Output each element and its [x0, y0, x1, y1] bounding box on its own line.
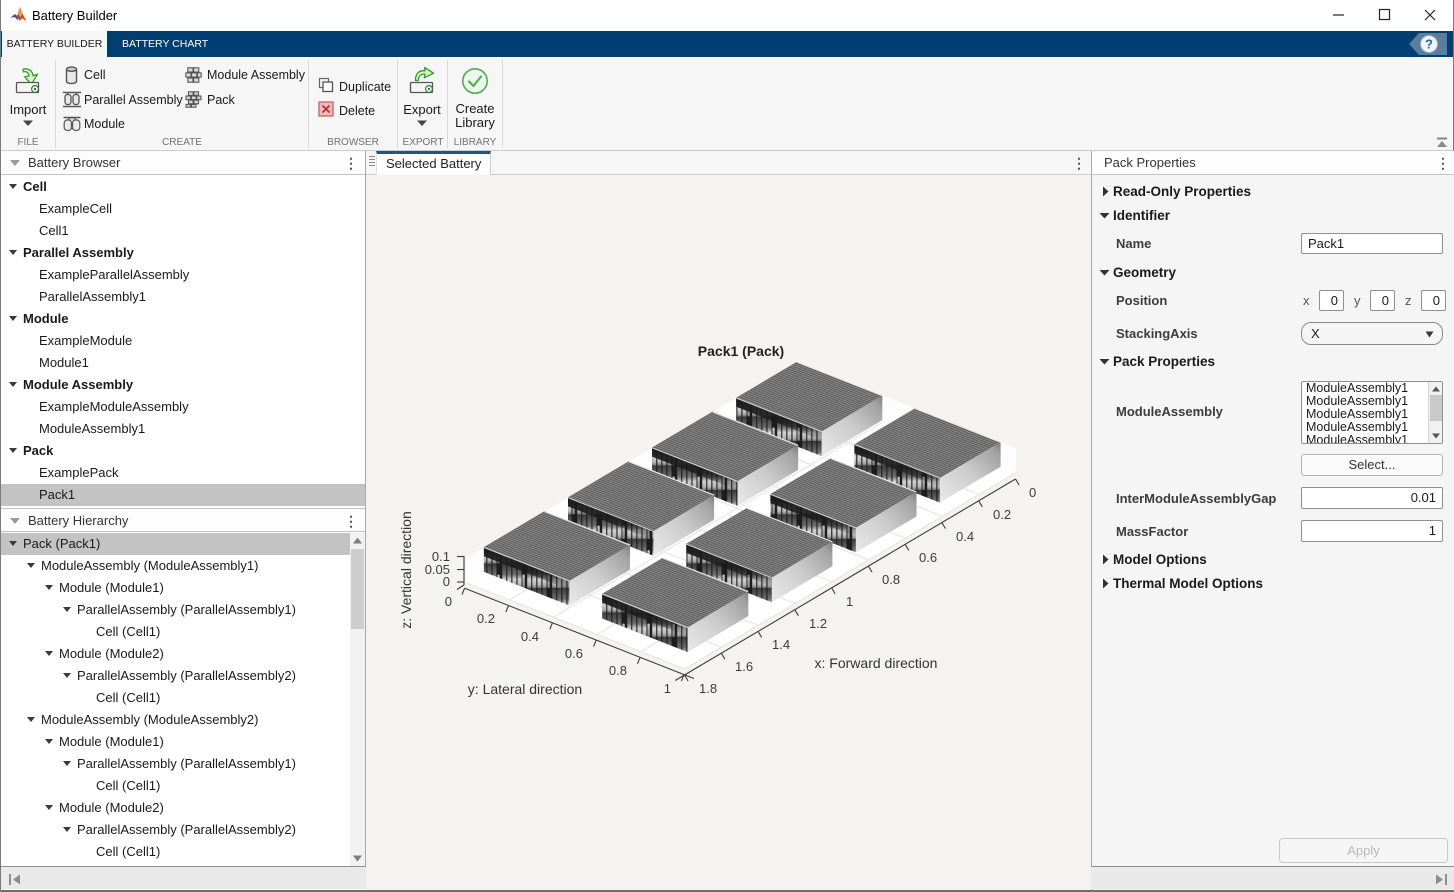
svg-text:y: Lateral direction: y: Lateral direction	[468, 681, 582, 697]
svg-text:0.8: 0.8	[609, 663, 627, 678]
svg-text:1.6: 1.6	[735, 659, 753, 674]
svg-text:0.1: 0.1	[432, 549, 450, 564]
svg-text:0.05: 0.05	[425, 562, 450, 577]
svg-text:Pack1 (Pack): Pack1 (Pack)	[698, 343, 784, 359]
svg-text:z: Vertical direction: z: Vertical direction	[398, 511, 414, 629]
svg-text:1: 1	[846, 594, 853, 609]
svg-text:0.8: 0.8	[882, 572, 900, 587]
svg-text:0: 0	[1029, 485, 1036, 500]
svg-text:0.4: 0.4	[521, 629, 539, 644]
svg-text:1.8: 1.8	[699, 681, 717, 696]
svg-text:0.2: 0.2	[993, 507, 1011, 522]
svg-text:1.4: 1.4	[772, 637, 790, 652]
svg-text:0: 0	[445, 594, 452, 609]
svg-text:0.6: 0.6	[919, 550, 937, 565]
svg-text:0.2: 0.2	[477, 611, 495, 626]
svg-text:x: Forward direction: x: Forward direction	[815, 655, 938, 671]
svg-text:1.2: 1.2	[809, 616, 827, 631]
svg-text:?: ?	[1425, 37, 1433, 52]
svg-text:0.6: 0.6	[565, 646, 583, 661]
svg-text:1: 1	[664, 681, 671, 696]
svg-text:0.4: 0.4	[956, 529, 974, 544]
